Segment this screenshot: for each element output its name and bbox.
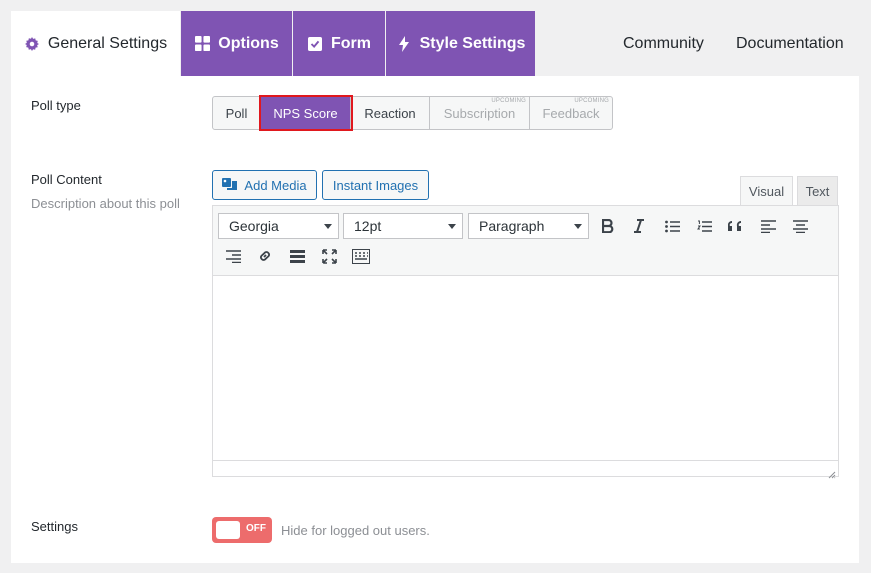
media-icon [222,177,238,194]
tab-general-settings-label: General Settings [47,34,168,52]
align-center-icon[interactable] [790,216,810,236]
tab-form-label: Form [331,34,371,52]
resize-handle-icon[interactable] [828,466,836,479]
checkbox-icon [307,36,323,52]
font-family-value: Georgia [229,218,279,234]
editor-statusbar [213,460,838,479]
read-more-icon[interactable] [287,246,307,266]
poll-type-nps-score[interactable]: NPS Score [259,95,353,131]
editor-tab-visual[interactable]: Visual [740,176,793,206]
tab-style-settings[interactable]: Style Settings [386,11,535,76]
editor-tab-text[interactable]: Text [797,176,838,206]
add-media-button[interactable]: Add Media [212,170,317,200]
align-right-icon[interactable] [223,246,243,266]
toolbar-toggle-icon[interactable] [351,246,371,266]
tab-options[interactable]: Options [181,11,292,76]
tab-general-settings[interactable]: General Settings [11,11,180,76]
bold-icon[interactable] [598,216,618,236]
upcoming-badge: UPCOMING [574,98,609,104]
poll-type-selector: Poll NPS Score Reaction Subscription UPC… [212,95,613,131]
poll-type-reaction[interactable]: Reaction [351,97,430,129]
link-icon[interactable] [255,246,275,266]
font-family-select[interactable]: Georgia [218,213,339,239]
editor-content-area[interactable] [213,276,838,459]
numbered-list-icon[interactable] [694,216,714,236]
poll-type-subscription[interactable]: Subscription UPCOMING [430,97,530,129]
chevron-down-icon [448,224,456,229]
chevron-down-icon [324,224,332,229]
tab-style-settings-label: Style Settings [419,34,526,52]
toggle-hint: Hide for logged out users. [281,523,430,538]
toggle-knob [216,521,240,539]
settings-label: Settings [31,519,78,534]
poll-type-feedback-label: Feedback [542,105,600,121]
poll-content-label: Poll Content [31,172,102,187]
block-format-select[interactable]: Paragraph [468,213,589,239]
community-link[interactable]: Community [623,11,704,76]
rich-text-editor: Georgia 12pt Paragraph [212,205,839,479]
poll-type-subscription-label: Subscription [443,105,516,121]
instant-images-button[interactable]: Instant Images [322,170,429,200]
grid-icon [194,36,210,52]
italic-icon[interactable] [629,216,649,236]
block-format-value: Paragraph [479,218,545,234]
hide-logged-out-toggle[interactable]: OFF [212,517,272,543]
blockquote-icon[interactable] [726,216,746,236]
documentation-link[interactable]: Documentation [736,11,844,76]
tab-options-label: Options [218,34,279,52]
poll-type-feedback[interactable]: Feedback UPCOMING [530,97,612,129]
toggle-state-label: OFF [246,523,266,534]
poll-content-description: Description about this poll [31,196,180,211]
tab-form[interactable]: Form [293,11,385,76]
settings-tabs: General Settings Options Form Style Sett… [11,11,859,76]
chevron-down-icon [574,224,582,229]
font-size-select[interactable]: 12pt [343,213,463,239]
add-media-label: Add Media [244,177,307,193]
fullscreen-icon[interactable] [319,246,339,266]
align-left-icon[interactable] [758,216,778,236]
bullet-list-icon[interactable] [662,216,682,236]
poll-type-poll[interactable]: Poll [213,97,261,129]
upcoming-badge: UPCOMING [491,98,526,104]
font-size-value: 12pt [354,218,382,234]
settings-panel: Poll type Poll NPS Score Reaction Subscr… [11,76,859,563]
poll-type-label: Poll type [31,98,81,113]
gear-icon [24,36,40,52]
lightning-icon [396,35,412,52]
editor-toolbar: Georgia 12pt Paragraph [213,206,838,276]
